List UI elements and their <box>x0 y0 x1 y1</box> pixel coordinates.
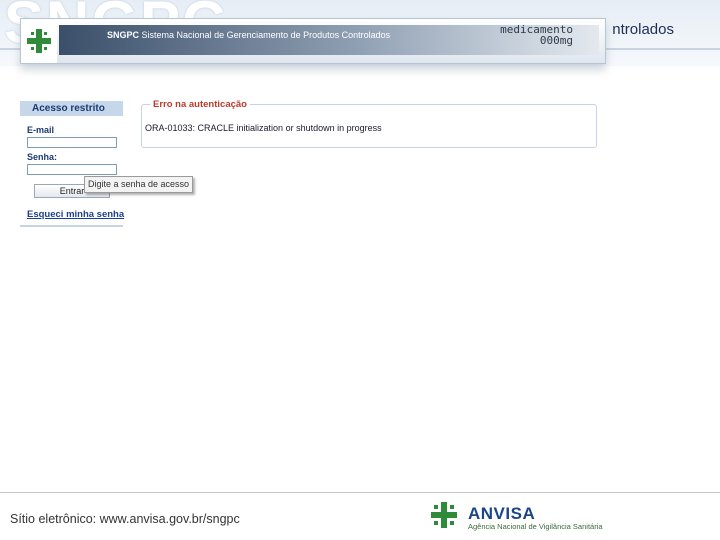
footer-site-text: Sítio eletrônico: www.anvisa.gov.br/sngp… <box>10 512 240 526</box>
banner-acronym: SNGPC <box>107 30 140 40</box>
password-field[interactable] <box>27 164 117 175</box>
anvisa-name: ANVISA <box>468 504 536 523</box>
footer-divider <box>0 492 720 493</box>
password-label: Senha: <box>27 152 58 162</box>
forgot-password-link[interactable]: Esqueci minha senha <box>27 209 124 220</box>
banner-medicine-graphic: medicamento 000mg <box>500 24 573 46</box>
login-panel: Acesso restrito E-mail Senha: Entrar Esq… <box>20 101 124 227</box>
sngpc-banner: SNGPC Sistema Nacional de Gerenciamento … <box>20 18 606 64</box>
error-box: Erro na autenticação ORA-01033: CRACLE i… <box>141 99 597 148</box>
anvisa-footer-cross-icon <box>431 502 457 528</box>
password-tooltip: Digite a senha de acesso <box>84 176 193 193</box>
login-header: Acesso restrito <box>20 101 123 116</box>
slide-subtitle: ntrolados <box>612 21 674 38</box>
error-message: ORA-01033: CRACLE initialization or shut… <box>145 123 382 133</box>
anvisa-logo: ANVISA Agência Nacional de Vigilância Sa… <box>421 496 613 536</box>
anvisa-cross-icon <box>27 29 51 53</box>
error-title: Erro na autenticação <box>150 99 250 110</box>
email-field[interactable] <box>27 137 117 148</box>
email-label: E-mail <box>27 125 55 135</box>
banner-med-line2: 000mg <box>539 34 573 47</box>
banner-system-label: Sistema Nacional de Gerenciamento de Pro… <box>141 30 391 40</box>
anvisa-subtitle: Agência Nacional de Vigilância Sanitária <box>468 522 603 531</box>
banner-logo <box>21 19 57 63</box>
banner-system-name: SNGPC Sistema Nacional de Gerenciamento … <box>107 30 390 40</box>
